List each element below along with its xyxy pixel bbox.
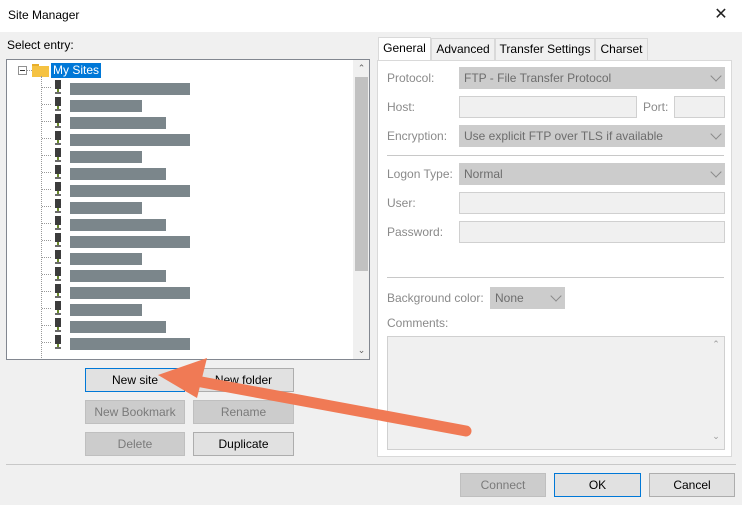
arrow-head	[158, 358, 207, 398]
annotation-arrow	[158, 358, 472, 437]
arrow-shaft	[190, 375, 472, 437]
